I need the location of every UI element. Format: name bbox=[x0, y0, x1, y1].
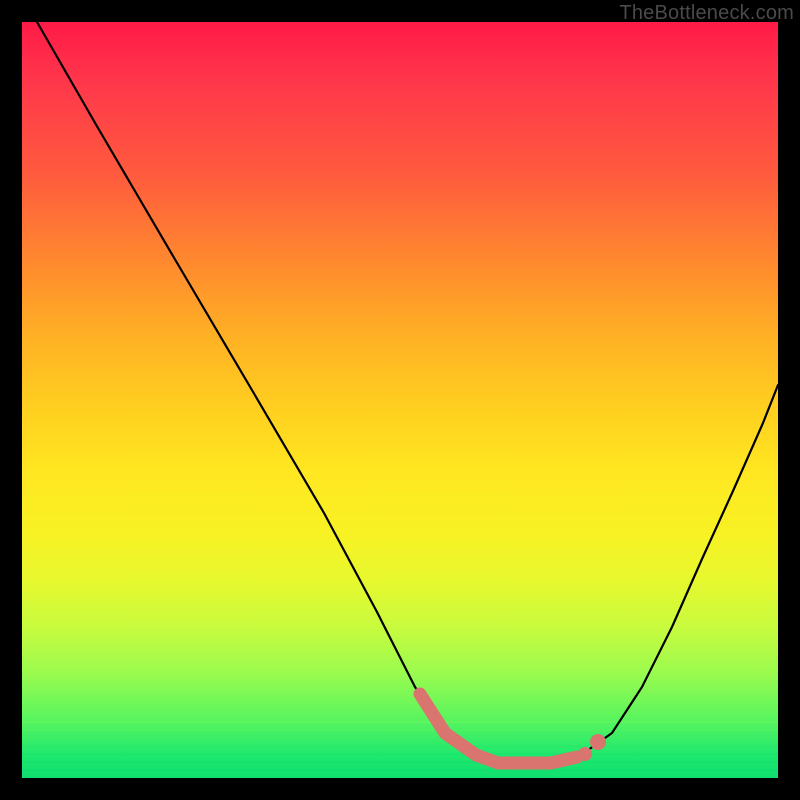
bottom-striations bbox=[22, 722, 778, 770]
chart-frame: TheBottleneck.com bbox=[0, 0, 800, 800]
bottleneck-curve bbox=[37, 22, 778, 763]
highlight-dot-right bbox=[590, 734, 606, 750]
curve-svg bbox=[22, 22, 778, 778]
plot-area bbox=[22, 22, 778, 778]
watermark-text: TheBottleneck.com bbox=[619, 2, 794, 25]
highlight-segment bbox=[420, 694, 577, 763]
highlight-dot-right-2 bbox=[578, 747, 592, 761]
